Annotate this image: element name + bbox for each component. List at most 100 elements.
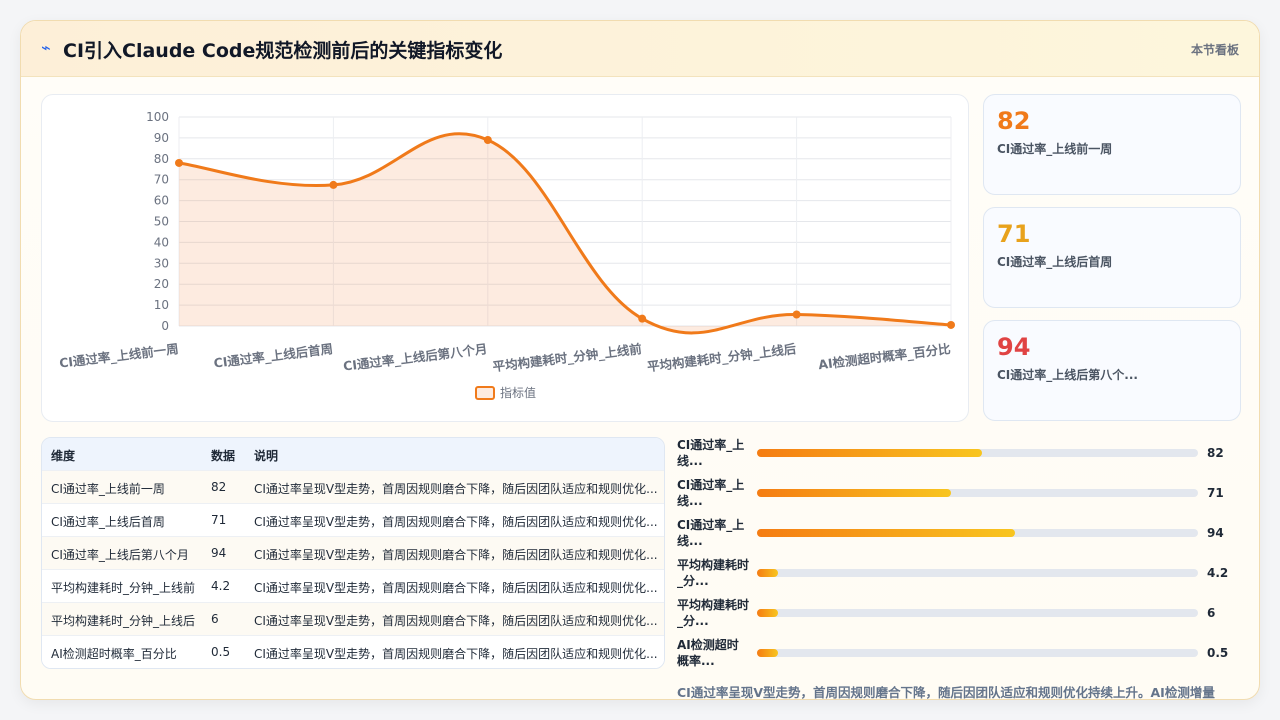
- data-point: [947, 320, 955, 329]
- y-tick-label: 10: [154, 298, 169, 312]
- bar-label: AI检测超时 概率...: [677, 637, 749, 669]
- y-tick-label: 30: [154, 256, 169, 270]
- column-header: 维度: [51, 449, 76, 463]
- bar-value: 0.5: [1207, 646, 1229, 660]
- kpi-card-2: 71 CI通过率_上线后首周: [983, 207, 1241, 308]
- bar-label-line: 平均构建耗时: [677, 558, 750, 572]
- data-point: [638, 314, 647, 323]
- cell-dimension: AI检测超时概率_百分比: [51, 647, 177, 661]
- column-header: 说明: [254, 449, 279, 463]
- bar-label-line: _分...: [677, 574, 709, 588]
- y-tick-label: 70: [154, 173, 169, 187]
- data-point: [792, 310, 801, 319]
- bar-track: [757, 609, 1198, 617]
- cell-note: CI通过率呈现V型走势，首周因规则磨合下降，随后因团队适应和规则优化...: [254, 482, 658, 496]
- kpi-label: CI通过率_上线前一周: [997, 142, 1113, 156]
- x-tick-label: CI通过率_上线前一周: [58, 341, 179, 372]
- legend-swatch: [475, 386, 495, 400]
- bar-label: CI通过率_上 线...: [677, 437, 749, 469]
- bar-label: CI通过率_上 线...: [677, 477, 749, 509]
- kpi-value: 71: [997, 220, 1031, 248]
- bar-value: 6: [1207, 606, 1216, 620]
- y-tick-label: 80: [154, 152, 169, 166]
- series-area: [179, 133, 951, 333]
- bar-fill: [757, 569, 779, 577]
- bar-label-line: 概率...: [677, 654, 715, 668]
- bar-label-line: _分...: [677, 614, 709, 628]
- y-tick-label: 0: [161, 319, 169, 333]
- bar-fill: [757, 489, 952, 497]
- x-tick-label: CI通过率_上线后首周: [213, 341, 334, 372]
- x-tick-label: AI检测超时概率_百分比: [817, 341, 952, 373]
- bar-value: 4.2: [1207, 566, 1229, 580]
- table-row: CI通过率_上线前一周 82 CI通过率呈现V型走势，首周因规则磨合下降，随后因…: [42, 471, 664, 504]
- cell-value: 0.5: [211, 645, 231, 659]
- table-header-row: 维度 数据 说明: [42, 438, 664, 471]
- cell-note: CI通过率呈现V型走势，首周因规则磨合下降，随后因团队适应和规则优化...: [254, 515, 658, 529]
- cell-value: 71: [211, 513, 227, 527]
- column-header: 数据: [211, 449, 236, 463]
- legend-label: 指标值: [500, 385, 536, 400]
- data-point: [329, 180, 338, 189]
- line-chart-card: 0 10 20 30 40 50 60 70 80 90 100 CI通过率_上线前一周 CI通过率_上…: [41, 94, 969, 422]
- cell-dimension: 平均构建耗时_分钟_上线后: [51, 614, 196, 628]
- y-tick-label: 90: [154, 131, 169, 145]
- bar-value: 94: [1207, 526, 1224, 540]
- bar-label: 平均构建耗时 _分...: [677, 597, 749, 629]
- kpi-card-1: 82 CI通过率_上线前一周: [983, 94, 1241, 195]
- bar-track: [757, 489, 1198, 497]
- table-row: 平均构建耗时_分钟_上线后 6 CI通过率呈现V型走势，首周因规则磨合下降，随后…: [42, 603, 664, 636]
- bar-label-line: 线...: [677, 454, 703, 468]
- table-row: AI检测超时概率_百分比 0.5 CI通过率呈现V型走势，首周因规则磨合下降，随…: [42, 636, 664, 668]
- bar-fill: [757, 529, 1015, 537]
- cell-value: 82: [211, 480, 227, 494]
- pulse-icon: ⌁: [41, 38, 51, 57]
- summary-text: CI通过率呈现V型走势，首周因规则磨合下降，随后因团队适应和规则优化持续上升。A…: [677, 685, 1215, 700]
- kpi-card-3: 94 CI通过率_上线后第八个...: [983, 320, 1241, 421]
- bar-label-line: CI通过率_上: [677, 518, 745, 532]
- table-row: CI通过率_上线后第八个月 94 CI通过率呈现V型走势，首周因规则磨合下降，随…: [42, 537, 664, 570]
- page-title: CI引入Claude Code规范检测前后的关键指标变化: [63, 40, 503, 62]
- table-row: CI通过率_上线后首周 71 CI通过率呈现V型走势，首周因规则磨合下降，随后因…: [42, 504, 664, 537]
- cell-note: CI通过率呈现V型走势，首周因规则磨合下降，随后因团队适应和规则优化...: [254, 548, 658, 562]
- y-tick-label: 100: [146, 110, 169, 124]
- bar-track: [757, 529, 1198, 537]
- data-point: [483, 135, 492, 144]
- bar-value: 82: [1207, 446, 1224, 460]
- table-row: 平均构建耗时_分钟_上线前 4.2 CI通过率呈现V型走势，首周因规则磨合下降，…: [42, 570, 664, 603]
- cell-note: CI通过率呈现V型走势，首周因规则磨合下降，随后因团队适应和规则优化...: [254, 581, 658, 595]
- bar-label-line: 线...: [677, 494, 703, 508]
- bar-label-line: AI检测超时: [677, 638, 739, 652]
- bar-label-line: 平均构建耗时: [677, 598, 750, 612]
- section-board-link[interactable]: 本节看板: [1191, 41, 1239, 58]
- y-tick-label: 60: [154, 194, 169, 208]
- bar-fill: [757, 649, 779, 657]
- cell-value: 94: [211, 546, 227, 560]
- line-chart: 0 10 20 30 40 50 60 70 80 90 100 CI通过率_上线前一周 CI通过率_上…: [58, 110, 955, 400]
- panel-header: ⌁ CI引入Claude Code规范检测前后的关键指标变化 本节看板: [21, 21, 1259, 77]
- cell-value: 4.2: [211, 579, 231, 593]
- x-tick-label: CI通过率_上线后第八个月: [342, 341, 488, 375]
- bar-label-line: CI通过率_上: [677, 438, 745, 452]
- bar-label-line: 线...: [677, 534, 703, 548]
- y-tick-label: 50: [154, 215, 169, 229]
- cell-note: CI通过率呈现V型走势，首周因规则磨合下降，随后因团队适应和规则优化...: [254, 614, 658, 628]
- bar-track: [757, 649, 1198, 657]
- cell-dimension: CI通过率_上线后第八个月: [51, 548, 189, 562]
- bar-track: [757, 449, 1198, 457]
- kpi-label: CI通过率_上线后第八个...: [997, 368, 1138, 382]
- data-point: [175, 158, 183, 167]
- x-tick-label: 平均构建耗时_分钟_上线前: [492, 341, 643, 375]
- cell-note: CI通过率呈现V型走势，首周因规则磨合下降，随后因团队适应和规则优化...: [254, 647, 658, 661]
- bar-label: 平均构建耗时 _分...: [677, 557, 749, 589]
- cell-dimension: CI通过率_上线后首周: [51, 515, 165, 529]
- kpi-label: CI通过率_上线后首周: [997, 255, 1113, 269]
- kpi-value: 82: [997, 107, 1031, 135]
- bar-track: [757, 569, 1198, 577]
- kpi-value: 94: [997, 333, 1031, 361]
- cell-value: 6: [211, 612, 219, 626]
- data-table: 维度 数据 说明 CI通过率_上线前一周 82 CI通过率呈现V型走势，首周因规…: [41, 437, 665, 669]
- cell-dimension: CI通过率_上线前一周: [51, 482, 165, 496]
- bar-fill: [757, 609, 779, 617]
- bar-label-line: CI通过率_上: [677, 478, 745, 492]
